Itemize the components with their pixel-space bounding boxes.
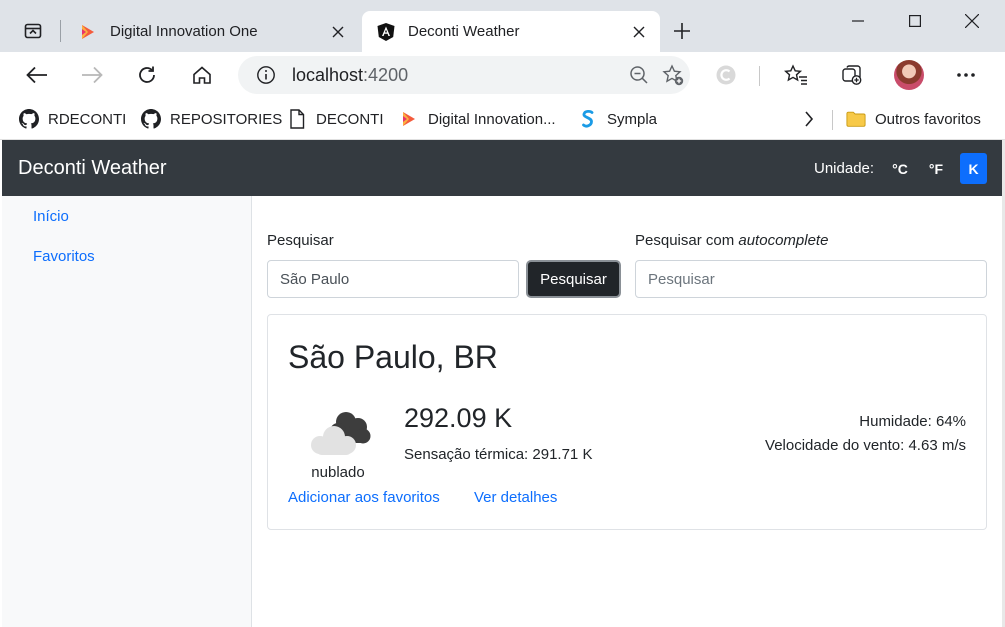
plus-icon [674, 23, 690, 39]
refresh-button[interactable] [131, 59, 163, 91]
other-favorites-folder[interactable]: Outros favoritos [846, 106, 981, 132]
tab-title: Deconti Weather [408, 23, 520, 40]
bookmarks-bar: RDECONTI REPOSITORIES DECONTI Digital In… [0, 98, 1005, 140]
github-icon [141, 109, 161, 129]
more-menu-button[interactable] [950, 59, 982, 91]
extension-button[interactable] [710, 59, 742, 91]
zoom-out-icon[interactable] [622, 65, 656, 85]
browser-toolbar: localhost:4200 [0, 52, 1005, 98]
new-tab-button[interactable] [668, 17, 696, 45]
unit-kelvin-button[interactable]: K [960, 153, 987, 184]
minimize-icon [852, 20, 864, 22]
weather-card: São Paulo, BR nublado 292.09 K Sensação … [267, 314, 987, 530]
search-button[interactable]: Pesquisar [526, 260, 621, 298]
favorites-button[interactable] [780, 59, 812, 91]
dio-icon [399, 109, 419, 129]
tab-title: Digital Innovation One [110, 23, 258, 40]
github-icon [19, 109, 39, 129]
temperature: 292.09 K [404, 403, 513, 433]
dio-icon [78, 22, 98, 42]
favorites-icon [784, 64, 807, 85]
autocomplete-search-input[interactable] [635, 260, 987, 298]
info-icon[interactable] [246, 65, 286, 85]
tab-deconti-weather[interactable]: Deconti Weather [362, 11, 660, 52]
add-favorite-icon[interactable] [656, 64, 690, 86]
search-input[interactable] [267, 260, 519, 298]
more-icon [957, 73, 975, 77]
angular-icon [376, 22, 396, 42]
search-label: Pesquisar [267, 232, 334, 249]
page-icon [287, 109, 307, 129]
forward-button[interactable] [76, 59, 108, 91]
collections-icon [842, 65, 862, 85]
other-favorites-label: Outros favoritos [875, 110, 981, 128]
bookmarks-separator [832, 110, 833, 130]
sidebar-item-favoritos[interactable]: Favoritos [33, 248, 95, 265]
minimize-button[interactable] [835, 6, 881, 36]
unit-celsius-button[interactable]: °C [886, 153, 914, 184]
home-button[interactable] [186, 59, 218, 91]
toolbar-separator [759, 66, 760, 86]
address-bar[interactable]: localhost:4200 [238, 56, 690, 94]
arrow-right-icon [82, 66, 103, 84]
sidebar-item-inicio[interactable]: Início [33, 208, 69, 225]
app-brand[interactable]: Deconti Weather [18, 157, 167, 180]
app-navbar: Deconti Weather Unidade: °C °F K [2, 140, 1002, 196]
extension-icon [716, 65, 736, 85]
home-icon [193, 66, 211, 84]
city-title: São Paulo, BR [288, 339, 498, 375]
arrow-left-icon [26, 66, 47, 84]
sympla-icon [578, 109, 598, 129]
cloudy-icon [311, 412, 371, 455]
tab-separator [60, 20, 61, 42]
chevron-right-icon [805, 111, 814, 127]
bookmark-label: DECONTI [316, 110, 384, 128]
close-tab-icon[interactable] [325, 19, 351, 45]
close-tab-icon[interactable] [626, 19, 652, 45]
unit-label: Unidade: [814, 160, 875, 177]
more-bookmarks-button[interactable] [804, 106, 814, 132]
feels-like: Sensação térmica: 291.71 K [404, 446, 593, 463]
bookmark-label: Digital Innovation... [428, 110, 556, 128]
folder-icon [846, 109, 866, 129]
autocomplete-label: Pesquisar com autocomplete [635, 232, 828, 249]
profile-avatar[interactable] [894, 60, 924, 90]
browser-tab-strip: Digital Innovation One Deconti Weather [0, 0, 1005, 52]
bookmark-repositories[interactable]: REPOSITORIES [141, 106, 282, 132]
close-window-button[interactable] [949, 6, 995, 36]
wind-speed: Velocidade do vento: 4.63 m/s [765, 437, 966, 454]
url-port: :4200 [363, 64, 409, 85]
back-button[interactable] [21, 59, 53, 91]
maximize-icon [909, 15, 921, 27]
refresh-icon [139, 66, 155, 83]
bookmark-deconti[interactable]: DECONTI [287, 106, 384, 132]
weather-condition: nublado [311, 464, 365, 481]
collections-button[interactable] [836, 59, 868, 91]
tab-actions-icon [24, 23, 42, 39]
tab-digital-innovation-one[interactable]: Digital Innovation One [64, 11, 359, 52]
add-favorite-link[interactable]: Adicionar aos favoritos [288, 489, 440, 506]
app-sidebar: Início Favoritos [2, 196, 252, 627]
autocomplete-label-text: Pesquisar com [635, 232, 739, 249]
humidity: Humidade: 64% [859, 413, 966, 430]
bookmark-label: Sympla [607, 110, 658, 128]
autocomplete-label-emphasis: autocomplete [738, 232, 829, 249]
details-link[interactable]: Ver detalhes [474, 489, 557, 506]
url-host: localhost [292, 64, 364, 85]
bookmark-label: REPOSITORIES [170, 110, 283, 128]
bookmark-label: RDECONTI [48, 110, 127, 128]
bookmark-digital-innovation[interactable]: Digital Innovation... [399, 106, 556, 132]
url-text: localhost:4200 [292, 65, 622, 86]
close-icon [965, 14, 979, 28]
maximize-button[interactable] [892, 6, 938, 36]
bookmark-rdeconti[interactable]: RDECONTI [19, 106, 126, 132]
bookmark-sympla[interactable]: Sympla [578, 106, 657, 132]
tab-actions-button[interactable] [18, 16, 48, 46]
unit-fahrenheit-button[interactable]: °F [922, 153, 950, 184]
